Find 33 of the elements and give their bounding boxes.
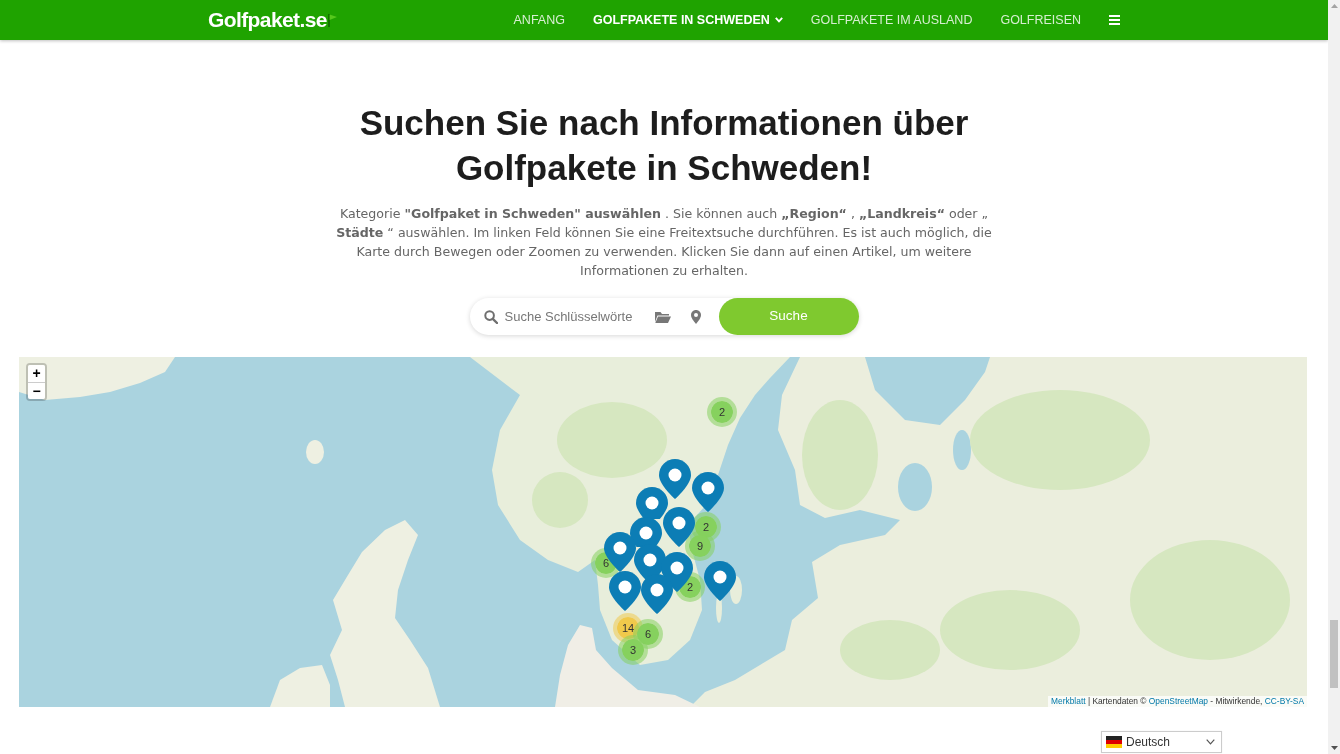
map-pin-icon[interactable] — [663, 507, 695, 547]
zoom-in-button[interactable]: + — [28, 365, 45, 382]
island — [270, 665, 330, 707]
map-pin-icon[interactable] — [604, 532, 636, 572]
scrollbar-thumb[interactable] — [1330, 620, 1338, 688]
location-pin-icon[interactable] — [690, 309, 701, 324]
flag-icon — [1106, 736, 1122, 748]
attribution-link[interactable]: Merkblatt — [1051, 696, 1086, 706]
map-pin-icon[interactable] — [609, 571, 641, 611]
island — [306, 440, 324, 464]
chevron-down-icon — [1206, 739, 1215, 745]
menu-button[interactable] — [1109, 15, 1120, 25]
scroll-down-icon[interactable] — [1330, 746, 1338, 750]
page-heading: Suchen Sie nach Informationen über Golfpakete in Schweden! — [358, 102, 970, 189]
folder-icon[interactable] — [654, 310, 671, 323]
flag-icon — [327, 13, 337, 27]
map-pin-icon[interactable] — [704, 561, 736, 601]
language-select[interactable]: Deutsch — [1101, 731, 1222, 753]
lake — [898, 463, 932, 511]
map-pin-icon[interactable] — [636, 487, 668, 519]
zoom-out-button[interactable]: − — [28, 382, 45, 399]
map-pin-icon[interactable] — [659, 459, 691, 499]
intro-paragraph: Kategorie "Golfpaket in Schweden" auswählen. Sie können auch „Region“ , „Landkreis“ oder „ Städte “ auswählen. Im linken Feld können Sie eine Freitextsuche durchführen. Es ist auch möglich, die Karte durch Bewegen oder Zoomen zu verwenden. Klicken Sie dann auf einen Artikel, um weitere Informationen zu erhalten. — [335, 205, 993, 280]
map-pin-icon[interactable] — [630, 517, 662, 547]
map-view[interactable]: + − 2 2 9 6 2 14 6 3 Merkblatt | Kartendaten © OpenStreetMap - Mitwirkende, CC-BY-SA — [19, 357, 1307, 707]
search-input[interactable]: Suche Schlüsselwörte — [504, 306, 647, 327]
map-attribution: Merkblatt | Kartendaten © OpenStreetMap - Mitwirkende, CC-BY-SA — [1048, 696, 1307, 707]
attribution-link[interactable]: CC-BY-SA — [1264, 696, 1304, 706]
search-icon — [483, 309, 498, 324]
map-pin-icon[interactable] — [641, 574, 673, 614]
attribution-link[interactable]: OpenStreetMap — [1148, 696, 1208, 706]
map-pin-icon[interactable] — [692, 472, 724, 512]
lake — [953, 430, 971, 470]
